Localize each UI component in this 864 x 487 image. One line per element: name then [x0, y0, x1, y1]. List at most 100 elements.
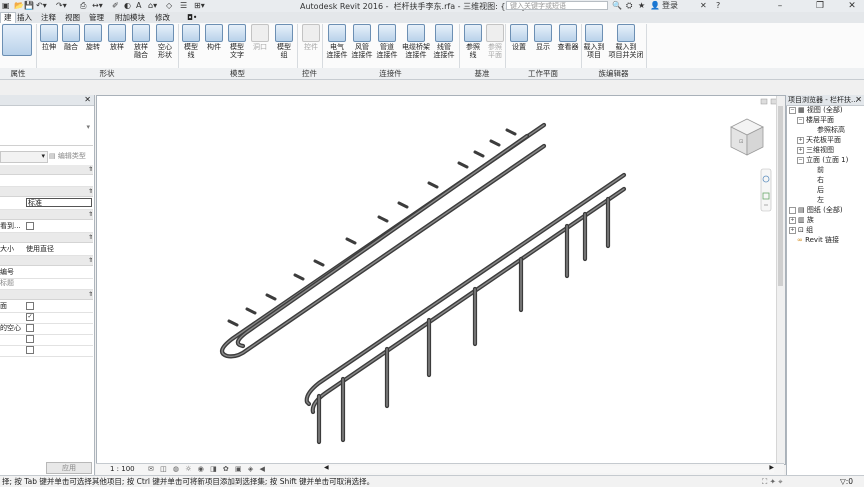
tab-manage[interactable]: 管理 [86, 13, 107, 23]
type-filter-dropdown[interactable]: ▾ [0, 151, 48, 163]
filter-count[interactable]: ▽:0 [840, 476, 853, 487]
browser-ref-level[interactable]: 参照标高 [817, 126, 845, 135]
browser-elevations[interactable]: − 立面 (立面 1) [797, 156, 848, 165]
browser-revit-links[interactable]: ∞ Revit 链接 [797, 236, 839, 245]
blend-button[interactable]: 融合 [60, 24, 82, 51]
component-button[interactable]: 构件 [203, 24, 225, 51]
browser-sheets[interactable]: ▤ 图纸 (全部) [789, 206, 843, 215]
property-group[interactable]: ⇑ [0, 290, 93, 300]
property-group[interactable]: ⇑ [0, 233, 93, 243]
sweep-button[interactable]: 放样 [106, 24, 128, 51]
property-checkbox[interactable] [26, 335, 34, 343]
model-line-button[interactable]: 模型 线 [180, 24, 202, 59]
search-icon[interactable]: 🔍 [612, 1, 622, 11]
property-checkbox[interactable] [26, 346, 34, 354]
cable-tray-connector-button[interactable]: 电缆桥架 连接件 [400, 24, 432, 59]
app-menu-icon[interactable]: ▣ [2, 1, 10, 11]
tab-extra[interactable]: ◘• [184, 13, 200, 23]
redo-icon[interactable]: ↷▾ [56, 1, 67, 11]
save-icon[interactable]: 💾 [24, 1, 34, 11]
scroll-right-icon[interactable]: ▶ [769, 464, 774, 471]
tab-annotate[interactable]: 注释 [38, 13, 59, 23]
browser-elev-front[interactable]: 前 [817, 166, 824, 175]
load-into-project-button[interactable]: 载入到 项目 [583, 24, 605, 59]
conduit-connector-button[interactable]: 线管 连接件 [433, 24, 455, 59]
3d-view-canvas[interactable]: ⊡ [96, 95, 786, 465]
show-button[interactable]: 显示 [532, 24, 554, 51]
help-button[interactable]: ? [716, 1, 720, 11]
property-checkbox[interactable] [26, 302, 34, 310]
vertical-scrollbar[interactable] [776, 96, 785, 464]
view-scale[interactable]: 1 : 100 [110, 464, 135, 475]
set-button[interactable]: 设置 [508, 24, 530, 51]
open-icon[interactable]: 📂 [14, 1, 24, 11]
subscription-icon[interactable]: ⛭ [626, 1, 632, 11]
status-icons[interactable]: ⛶ ✦ ⌖ [762, 476, 783, 487]
property-group[interactable]: ⇑ [0, 165, 93, 175]
property-group[interactable]: ⇑ [0, 256, 93, 266]
close-hidden-icon[interactable]: ⊞▾ [194, 1, 205, 11]
viewcube-icon[interactable]: ⊡ [730, 118, 764, 156]
thin-lines-icon[interactable]: ☰ [180, 1, 187, 11]
model-group-button[interactable]: 模型 组 [273, 24, 295, 59]
browser-close-button[interactable]: ✕ [855, 95, 862, 105]
viewcube-home-icon[interactable] [760, 98, 778, 105]
measure-icon[interactable]: ↔▾ [92, 1, 103, 11]
scroll-thumb[interactable] [778, 106, 783, 286]
control-button[interactable]: 控件 [300, 24, 322, 51]
browser-ceiling-plans[interactable]: + 天花板平面 [797, 136, 841, 145]
restore-button[interactable]: ❐ [808, 0, 832, 12]
property-group[interactable]: ⇑ [0, 187, 93, 197]
opening-button[interactable]: 洞口 [249, 24, 271, 51]
user-icon[interactable]: 👤 [650, 1, 660, 11]
navigation-bar[interactable] [760, 168, 772, 212]
viewer-button[interactable]: 查看器 [555, 24, 581, 51]
browser-elev-back[interactable]: 后 [817, 186, 824, 195]
browser-3d-views[interactable]: + 三维视图 [797, 146, 834, 155]
dimension-icon[interactable]: ✐ [112, 1, 119, 11]
print-icon[interactable]: ⎙ [80, 1, 86, 11]
property-value-input[interactable]: 标准 [26, 198, 92, 207]
load-into-project-close-button[interactable]: 载入到 项目并关闭 [608, 24, 644, 59]
void-forms-button[interactable]: 空心 形状 [154, 24, 176, 59]
browser-views-root[interactable]: − ▦ 视图 (全部) [789, 106, 843, 115]
horizontal-scrollbar[interactable]: ◀ ▶ [324, 464, 774, 473]
property-group[interactable]: ⇑ [0, 210, 93, 220]
model-text-button[interactable]: 模型 文字 [226, 24, 248, 59]
duct-connector-button[interactable]: 风管 连接件 [351, 24, 373, 59]
property-checkbox-checked[interactable]: ✓ [26, 313, 34, 321]
modify-tool-icon[interactable] [0, 24, 34, 57]
star-icon[interactable]: ★ [638, 1, 645, 11]
property-checkbox[interactable] [26, 222, 34, 230]
tab-addins[interactable]: 附加模块 [112, 13, 148, 23]
tag-icon[interactable]: ◐ [124, 1, 131, 11]
revolve-button[interactable]: 旋转 [82, 24, 104, 51]
properties-close-button[interactable]: ✕ [84, 95, 91, 105]
reference-line-button[interactable]: 参照 线 [462, 24, 484, 59]
browser-families[interactable]: + ▥ 族 [789, 216, 814, 225]
scroll-left-icon[interactable]: ◀ [324, 464, 329, 471]
close-button[interactable]: ✕ [840, 0, 864, 12]
swept-blend-button[interactable]: 放样 融合 [130, 24, 152, 59]
login-button[interactable]: 登录 [662, 1, 678, 11]
reference-plane-button[interactable]: 参照 平面 [484, 24, 506, 59]
search-input[interactable]: 键入关键字或短语 [506, 1, 608, 10]
extrusion-button[interactable]: 拉伸 [38, 24, 60, 51]
tab-modify[interactable]: 修改 [152, 13, 173, 23]
electrical-connector-button[interactable]: 电气 连接件 [326, 24, 348, 59]
minimize-button[interactable]: – [768, 0, 792, 12]
type-selector-chevron-icon[interactable]: ▾ [86, 123, 90, 131]
undo-icon[interactable]: ↶▾ [36, 1, 47, 11]
browser-elev-left[interactable]: 左 [817, 196, 824, 205]
browser-elev-right[interactable]: 右 [817, 176, 824, 185]
browser-groups[interactable]: + ⊡ 组 [789, 226, 813, 235]
edit-type-button[interactable]: ▤ 编辑类型 [49, 151, 93, 161]
property-checkbox[interactable] [26, 324, 34, 332]
browser-floor-plans[interactable]: − 楼层平面 [797, 116, 834, 125]
tab-insert[interactable]: 插入 [14, 13, 35, 23]
type-selector[interactable]: ▾ [0, 105, 93, 146]
view-control-icons[interactable]: ✉ ◫ ◍ ☼ ◉ ◨ ✿ ▣ ◈ ◀ [148, 464, 267, 475]
apply-button[interactable]: 应用 [46, 462, 92, 474]
text-icon[interactable]: A [136, 1, 141, 11]
exchange-icon[interactable]: ✕ [700, 1, 707, 11]
